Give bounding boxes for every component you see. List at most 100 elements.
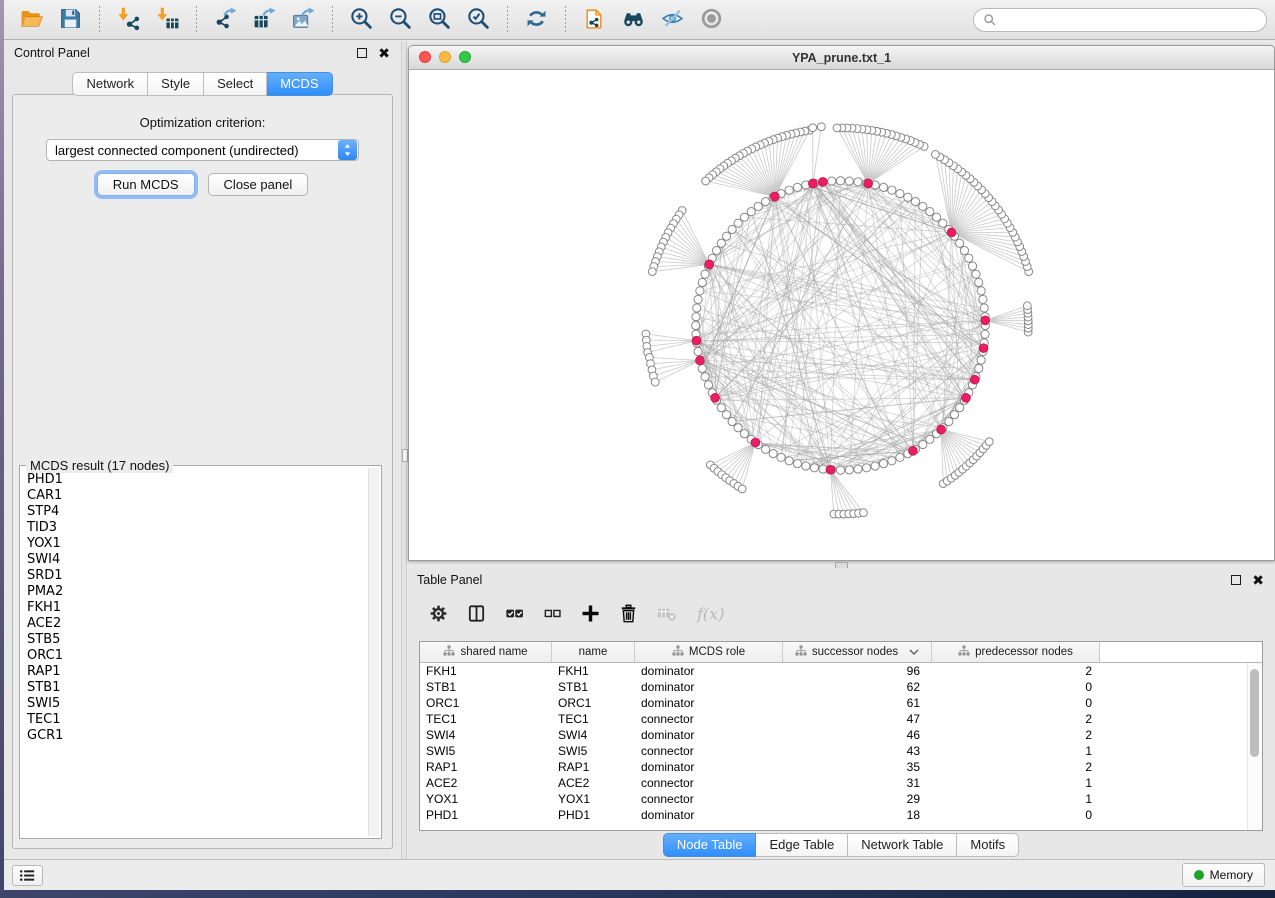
right-pane: YPA_prune.txt_1 Table Panel ✖ f(x) share… <box>407 41 1275 859</box>
mcds-result-item[interactable]: STP4 <box>27 504 367 520</box>
zoom-fit-button[interactable] <box>423 5 456 35</box>
refresh-button[interactable] <box>520 5 553 35</box>
mcds-result-item[interactable]: STB5 <box>27 632 367 648</box>
show-all-button[interactable] <box>695 5 728 35</box>
mcds-result-item[interactable]: GCR1 <box>27 728 367 744</box>
run-mcds-button[interactable]: Run MCDS <box>97 173 195 196</box>
delete-table-icon <box>656 603 677 627</box>
search-icon <box>983 13 997 27</box>
cell-shared-name: STB1 <box>420 680 552 694</box>
cell-mcds-role: connector <box>635 776 783 790</box>
search-input[interactable] <box>1002 12 1257 28</box>
network-graph[interactable] <box>409 70 1274 560</box>
import-table-button[interactable] <box>151 5 184 35</box>
table-scrollbar[interactable] <box>1247 663 1262 830</box>
add-button[interactable] <box>580 603 601 627</box>
column-header-name[interactable]: name <box>552 642 635 662</box>
float-panel-icon[interactable] <box>357 48 367 58</box>
column-header-predecessor-nodes[interactable]: predecessor nodes <box>932 642 1100 662</box>
mcds-result-item[interactable]: ORC1 <box>27 648 367 664</box>
mcds-result-item[interactable]: CAR1 <box>27 488 367 504</box>
mcds-tab-content: Optimization criterion: largest connecte… <box>12 94 393 849</box>
table-row[interactable]: PHD1PHD1dominator180 <box>420 807 1262 823</box>
mcds-result-item[interactable]: PHD1 <box>27 472 367 488</box>
memory-button[interactable]: Memory <box>1182 863 1265 887</box>
network-from-file-button[interactable] <box>578 5 611 35</box>
mcds-result-item[interactable]: PMA2 <box>27 584 367 600</box>
optimization-criterion-value: largest connected component (undirected) <box>47 143 338 158</box>
table-row[interactable]: FKH1FKH1dominator962 <box>420 663 1262 679</box>
mcds-result-item[interactable]: STB1 <box>27 680 367 696</box>
hide-selected-button[interactable] <box>656 5 689 35</box>
mcds-result-item[interactable]: TEC1 <box>27 712 367 728</box>
column-header-shared-name[interactable]: shared name <box>420 642 552 662</box>
cell-predecessor-nodes: 1 <box>932 776 1100 790</box>
table-row[interactable]: ORC1ORC1dominator610 <box>420 695 1262 711</box>
table-row[interactable]: SWI4SWI4dominator462 <box>420 727 1262 743</box>
close-panel-button[interactable]: Close panel <box>208 173 309 196</box>
window-zoom-icon[interactable] <box>459 51 471 63</box>
window-minimize-icon[interactable] <box>439 51 451 63</box>
mcds-result-item[interactable]: TID3 <box>27 520 367 536</box>
delete-table-button[interactable] <box>656 603 677 627</box>
table-row[interactable]: ACE2ACE2connector311 <box>420 775 1262 791</box>
mcds-result-item[interactable]: SRD1 <box>27 568 367 584</box>
delete-button[interactable] <box>618 603 639 627</box>
table-tab-edge-table[interactable]: Edge Table <box>756 833 848 857</box>
network-view-window: YPA_prune.txt_1 <box>408 45 1275 561</box>
network-window-title: YPA_prune.txt_1 <box>792 51 891 65</box>
network-list-button[interactable] <box>12 865 43 886</box>
toolbar-separator <box>332 6 333 33</box>
table-tab-node-table[interactable]: Node Table <box>663 833 757 857</box>
cell-name: TEC1 <box>552 712 635 726</box>
deselect-all-icon <box>542 603 563 627</box>
table-row[interactable]: TEC1TEC1connector472 <box>420 711 1262 727</box>
import-network-button[interactable] <box>112 5 145 35</box>
save-button[interactable] <box>54 5 87 35</box>
column-header-successor-nodes[interactable]: successor nodes <box>783 642 932 662</box>
search-box[interactable] <box>973 8 1267 32</box>
settings-button[interactable] <box>428 603 449 627</box>
zoom-in-button[interactable] <box>345 5 378 35</box>
mcds-result-item[interactable]: SWI5 <box>27 696 367 712</box>
columns-icon <box>466 603 487 627</box>
mcds-result-item[interactable]: ACE2 <box>27 616 367 632</box>
control-tab-select[interactable]: Select <box>204 72 267 96</box>
zoom-out-button[interactable] <box>384 5 417 35</box>
column-header-mcds-role[interactable]: MCDS role <box>635 642 783 662</box>
select-all-button[interactable] <box>504 603 525 627</box>
tree-icon <box>795 645 807 660</box>
cell-shared-name: RAP1 <box>420 760 552 774</box>
close-panel-icon[interactable]: ✖ <box>378 48 390 58</box>
network-canvas[interactable] <box>409 70 1274 560</box>
table-row[interactable]: YOX1YOX1connector291 <box>420 791 1262 807</box>
control-tab-style[interactable]: Style <box>148 72 204 96</box>
deselect-all-button[interactable] <box>542 603 563 627</box>
mcds-result-item[interactable]: SWI4 <box>27 552 367 568</box>
table-row[interactable]: RAP1RAP1dominator352 <box>420 759 1262 775</box>
table-row[interactable]: STB1STB1dominator620 <box>420 679 1262 695</box>
table-tab-motifs[interactable]: Motifs <box>957 833 1019 857</box>
control-tab-network[interactable]: Network <box>72 72 148 96</box>
table-scrollbar-thumb[interactable] <box>1250 669 1259 757</box>
mcds-result-item[interactable]: FKH1 <box>27 600 367 616</box>
close-table-panel-icon[interactable]: ✖ <box>1252 575 1264 585</box>
float-table-panel-icon[interactable] <box>1231 575 1241 585</box>
mcds-result-scrollbar[interactable] <box>368 468 379 836</box>
optimization-criterion-select[interactable]: largest connected component (undirected) <box>46 139 359 161</box>
mcds-result-item[interactable]: RAP1 <box>27 664 367 680</box>
status-bar: Memory <box>4 859 1275 890</box>
table-row[interactable]: SWI5SWI5connector431 <box>420 743 1262 759</box>
columns-button[interactable] <box>466 603 487 627</box>
zoom-selected-button[interactable] <box>462 5 495 35</box>
open-button[interactable] <box>15 5 48 35</box>
mcds-result-item[interactable]: YOX1 <box>27 536 367 552</box>
function-builder-button[interactable]: f(x) <box>694 603 726 628</box>
table-tab-network-table[interactable]: Network Table <box>848 833 957 857</box>
export-network-button[interactable] <box>209 5 242 35</box>
export-table-button[interactable] <box>248 5 281 35</box>
control-tab-mcds[interactable]: MCDS <box>267 72 332 96</box>
export-image-button[interactable] <box>287 5 320 35</box>
window-close-icon[interactable] <box>419 51 431 63</box>
first-neighbors-button[interactable] <box>617 5 650 35</box>
